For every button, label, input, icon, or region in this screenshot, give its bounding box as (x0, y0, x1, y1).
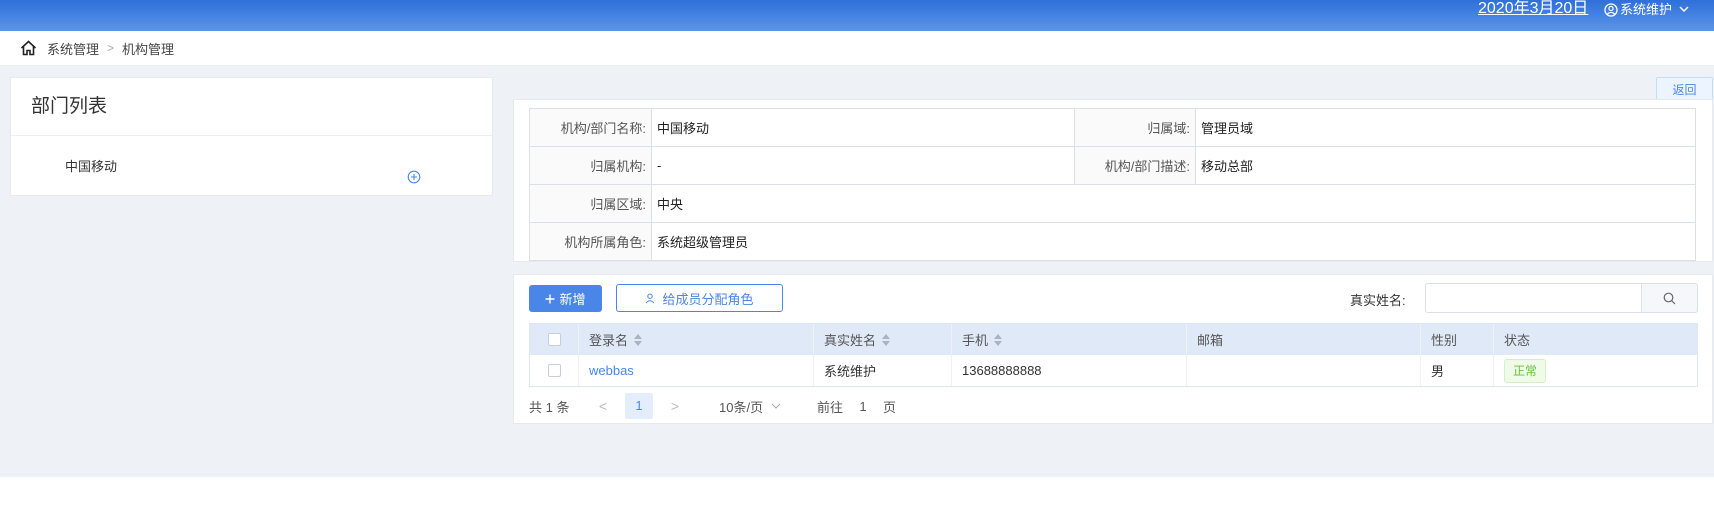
column-header-real-name-label: 真实姓名 (824, 333, 877, 348)
select-all-cell (530, 324, 579, 355)
chevron-down-icon (771, 403, 781, 409)
gender-cell: 男 (1421, 355, 1494, 386)
page-number-current[interactable]: 1 (625, 393, 653, 419)
member-list-panel: 新增 给成员分配角色 真实姓名: 登录名 真实姓名 手机 邮箱 性别 状态 we… (513, 274, 1713, 424)
page-suffix-label: 页 (883, 399, 897, 415)
chevron-down-icon (1679, 6, 1689, 12)
user-menu[interactable]: 系统维护 (1604, 0, 1694, 20)
org-role-label: 机构所属角色: (529, 222, 652, 261)
search-icon (1663, 292, 1676, 304)
workspace: 部门列表 中国移动 返回 机构/部门名称: 中国移动 归属域: 管理员域 归属机… (0, 66, 1714, 477)
goto-label: 前往 (817, 399, 844, 415)
column-header-status: 状态 (1494, 324, 1596, 355)
org-parent-value: - (651, 146, 1075, 185)
column-header-email-label: 邮箱 (1197, 333, 1224, 348)
plus-icon (545, 294, 555, 303)
status-badge: 正常 (1504, 358, 1547, 383)
org-domain-label: 归属域: (1074, 108, 1196, 147)
pagination-total: 共 1 条 (529, 399, 570, 415)
breadcrumb: 系统管理 > 机构管理 (0, 31, 1714, 66)
org-region-value: 中央 (651, 184, 1696, 223)
column-header-status-label: 状态 (1504, 333, 1531, 348)
prev-page-icon[interactable]: < (589, 398, 617, 414)
column-header-email: 邮箱 (1187, 324, 1421, 355)
phone-cell: 13688888888 (952, 355, 1187, 386)
assign-role-label: 给成员分配角色 (662, 291, 754, 307)
pagination: 共 1 条 < 1 > 10条/页 前往 1 页 (529, 392, 896, 420)
org-parent-label: 归属机构: (529, 146, 652, 185)
column-header-real-name[interactable]: 真实姓名 (814, 324, 952, 355)
org-info-panel: 机构/部门名称: 中国移动 归属域: 管理员域 归属机构: - 机构/部门描述:… (513, 99, 1713, 262)
sort-icon[interactable] (994, 333, 1003, 346)
breadcrumb-separator-icon: > (107, 41, 115, 55)
org-name-value: 中国移动 (651, 108, 1075, 147)
org-info-table: 机构/部门名称: 中国移动 归属域: 管理员域 归属机构: - 机构/部门描述:… (529, 108, 1696, 261)
login-cell: webbas (579, 355, 814, 386)
real-name-search-label: 真实姓名: (1350, 293, 1406, 308)
member-table: 登录名 真实姓名 手机 邮箱 性别 状态 webbas 系统维护 1368888… (529, 323, 1698, 387)
status-cell: 正常 (1494, 355, 1596, 386)
row-select-cell (530, 355, 579, 386)
dept-tree-item[interactable]: 中国移动 (65, 156, 117, 175)
page-size-value: 10条/页 (719, 399, 764, 415)
email-cell (1187, 355, 1421, 386)
next-page-icon[interactable]: > (661, 398, 689, 414)
add-circle-icon[interactable] (407, 170, 421, 184)
search-button[interactable] (1641, 283, 1698, 313)
breadcrumb-item-system[interactable]: 系统管理 (47, 39, 99, 58)
sort-icon[interactable] (882, 333, 891, 346)
org-role-value: 系统超级管理员 (651, 222, 1696, 261)
column-header-phone-label: 手机 (962, 333, 989, 348)
breadcrumb-item-org: 机构管理 (122, 41, 175, 57)
column-header-gender: 性别 (1421, 324, 1494, 355)
table-row: webbas 系统维护 13688888888 男 正常 (530, 355, 1697, 386)
org-desc-value: 移动总部 (1195, 146, 1696, 185)
org-name-label: 机构/部门名称: (529, 108, 652, 147)
column-header-login[interactable]: 登录名 (579, 324, 814, 355)
table-header-row: 登录名 真实姓名 手机 邮箱 性别 状态 (530, 324, 1697, 355)
row-checkbox[interactable] (547, 364, 561, 377)
org-domain-value: 管理员域 (1195, 108, 1696, 147)
dept-list-panel: 部门列表 中国移动 (10, 77, 493, 196)
org-region-label: 归属区域: (529, 184, 652, 223)
user-name: 系统维护 (1620, 2, 1673, 17)
column-header-gender-label: 性别 (1431, 333, 1458, 348)
top-header-bar: 2020年3月20日 系统维护 (0, 0, 1714, 31)
user-icon (1604, 3, 1618, 17)
org-desc-label: 机构/部门描述: (1074, 146, 1196, 185)
assign-role-button[interactable]: 给成员分配角色 (616, 284, 783, 312)
user-assign-icon (646, 293, 655, 303)
login-name-link[interactable]: webbas (589, 363, 634, 378)
goto-page-input[interactable]: 1 (843, 399, 883, 414)
real-name-cell: 系统维护 (814, 355, 952, 386)
home-icon[interactable] (20, 40, 37, 56)
current-date-link[interactable]: 2020年3月20日 (1478, 0, 1588, 20)
dept-list-title: 部门列表 (11, 78, 492, 136)
real-name-search-input[interactable] (1425, 283, 1641, 313)
add-button-label: 新增 (559, 292, 586, 307)
sort-icon[interactable] (634, 333, 643, 346)
select-all-checkbox[interactable] (547, 333, 561, 346)
column-header-login-label: 登录名 (589, 333, 629, 348)
page-size-select[interactable]: 10条/页 (719, 397, 789, 416)
add-button[interactable]: 新增 (529, 285, 602, 312)
column-header-phone[interactable]: 手机 (952, 324, 1187, 355)
